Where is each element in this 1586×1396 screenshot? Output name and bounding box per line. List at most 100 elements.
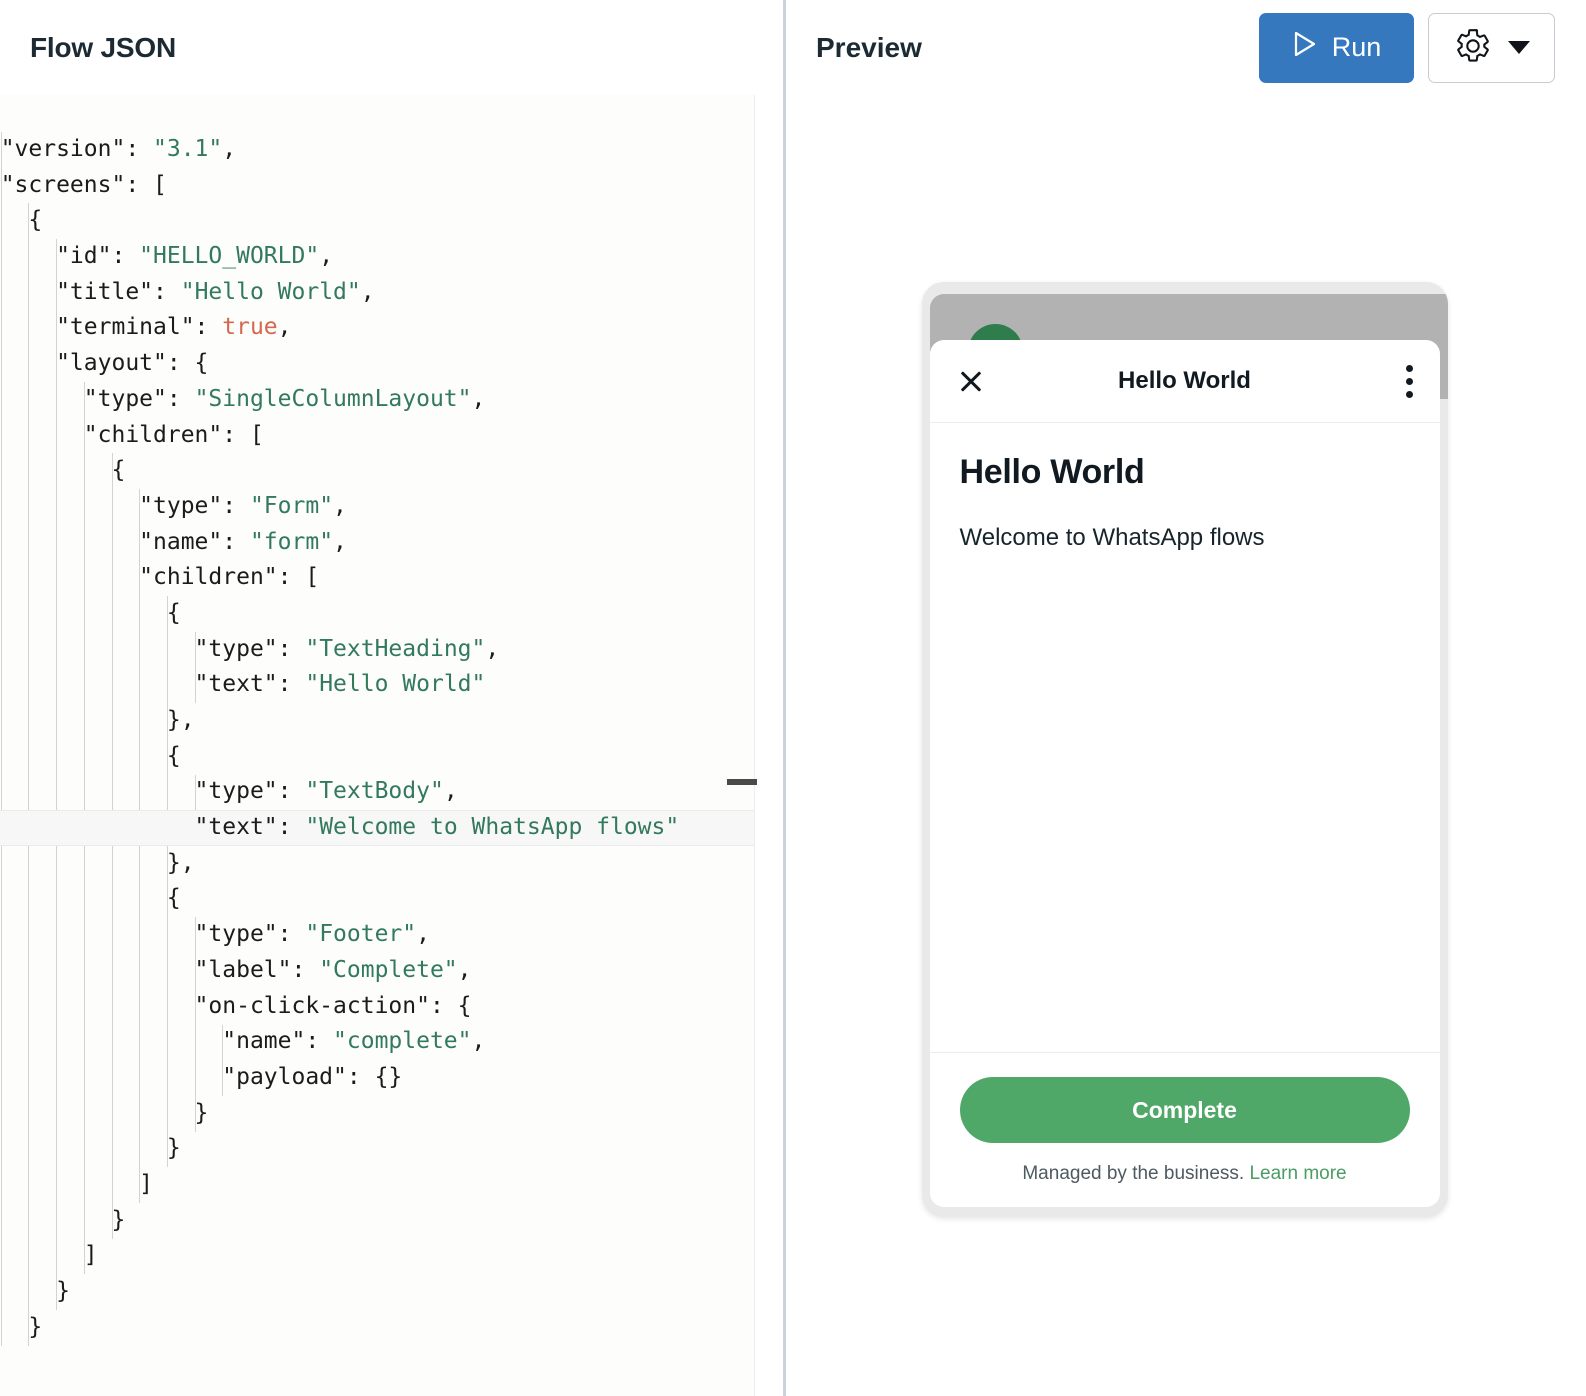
code-line: "label": "Complete", <box>0 953 783 989</box>
kebab-menu-icon[interactable] <box>1406 364 1414 398</box>
code-token: "screens": [ <box>0 171 167 198</box>
code-token: "TextBody" <box>305 778 444 805</box>
code-token: "name": <box>0 528 250 555</box>
code-token: "Hello World" <box>180 278 361 305</box>
learn-more-link[interactable]: Learn more <box>1249 1163 1346 1184</box>
code-token: { <box>166 742 181 769</box>
code-line: "type": "Form", <box>0 489 783 525</box>
code-token: "Welcome to WhatsApp flows" <box>305 814 680 841</box>
code-token: "Complete" <box>319 956 458 983</box>
code-token: , <box>222 136 237 162</box>
text-heading: Hello World <box>959 453 1145 491</box>
complete-button[interactable]: Complete <box>959 1077 1410 1143</box>
code-line: "name": "complete", <box>0 1024 783 1060</box>
code-token: "form" <box>249 528 334 555</box>
kebab-dot <box>1406 377 1413 385</box>
code-token: "Form" <box>249 492 334 519</box>
code-token: { <box>166 599 181 626</box>
code-line: { <box>0 739 783 775</box>
code-token: "Hello World" <box>305 671 486 698</box>
code-token: , <box>333 492 347 519</box>
code-token: , <box>471 1028 486 1055</box>
flow-sheet: Hello World Hello World Welcome to Whats… <box>929 340 1440 1207</box>
preview-settings-button[interactable] <box>1428 12 1555 83</box>
code-token: { <box>28 207 43 234</box>
code-line: { <box>0 596 783 632</box>
code-token: , <box>416 921 430 948</box>
kebab-dot <box>1406 390 1413 398</box>
code-token: "on-click-action": { <box>0 992 472 1019</box>
page-title: Flow JSON <box>30 31 176 63</box>
code-line: { <box>0 453 783 489</box>
code-line: "type": "SingleColumnLayout", <box>0 382 783 418</box>
code-token: }, <box>166 849 195 876</box>
code-token: } <box>56 1278 70 1304</box>
preview-stage: Hello World Hello World Welcome to Whats… <box>786 95 1583 1396</box>
code-line: "title": "Hello World", <box>0 275 783 311</box>
scrollbar-thumb[interactable] <box>727 779 757 785</box>
code-line: } <box>0 1203 783 1239</box>
code-token: , <box>333 528 347 555</box>
code-token: "TextHeading" <box>305 635 486 662</box>
code-token: "SingleColumnLayout" <box>194 385 472 412</box>
run-button[interactable]: Run <box>1259 12 1414 83</box>
code-token: true <box>222 314 278 341</box>
code-line: "layout": { <box>0 346 783 382</box>
phone-mockup: Hello World Hello World Welcome to Whats… <box>921 282 1448 1217</box>
code-token: "text": <box>0 671 306 698</box>
code-token: , <box>471 385 486 412</box>
code-token: , <box>319 243 334 270</box>
chevron-down-icon <box>1507 41 1530 54</box>
code-line: "terminal": true, <box>0 310 783 346</box>
code-line: "text": "Hello World" <box>0 667 783 703</box>
text-body: Welcome to WhatsApp flows <box>959 524 1265 551</box>
editor-scrollbar[interactable] <box>727 95 783 1396</box>
code-lines-container: "version": "3.1", "screens": [ { "id": "… <box>0 95 783 1345</box>
code-token: , <box>485 635 500 662</box>
code-token: "type": <box>83 385 181 412</box>
code-token: , <box>457 956 472 983</box>
code-token: }, <box>166 707 195 733</box>
code-token: , <box>360 278 375 305</box>
code-token: "3.1" <box>153 136 223 162</box>
code-token: "layout": { <box>56 350 209 377</box>
code-line: "type": "TextBody", <box>0 774 783 810</box>
close-icon[interactable] <box>956 366 986 396</box>
code-token: "type": <box>0 921 306 948</box>
code-token: "type": <box>0 635 306 662</box>
code-token: , <box>443 778 458 805</box>
code-token: "text": <box>0 814 306 841</box>
code-line: "type": "Footer", <box>0 917 783 953</box>
code-token: "type": <box>0 778 306 805</box>
code-line: "children": [ <box>0 418 783 454</box>
code-token: ] <box>83 1242 98 1269</box>
code-token: } <box>194 1099 209 1126</box>
code-token: { <box>166 885 181 912</box>
flow-json-pane: Flow JSON "version": "3.1", "screens": [… <box>0 0 786 1396</box>
code-token: "version": <box>0 136 140 162</box>
code-line: "payload": {} <box>0 1060 783 1096</box>
code-line: "on-click-action": { <box>0 989 783 1025</box>
code-line: } <box>0 1131 783 1167</box>
code-line: "name": "form", <box>0 525 783 561</box>
code-line: { <box>0 203 783 239</box>
code-line: { <box>0 881 783 917</box>
kebab-dot <box>1406 364 1413 372</box>
code-line: } <box>0 1096 783 1132</box>
code-editor[interactable]: "version": "3.1", "screens": [ { "id": "… <box>0 95 783 1396</box>
play-triangle-icon <box>1292 30 1318 65</box>
code-token: "type": <box>0 492 250 519</box>
code-line: } <box>0 1310 783 1346</box>
code-line: }, <box>0 703 783 739</box>
code-token: "complete" <box>333 1028 472 1055</box>
code-line: ] <box>0 1238 783 1274</box>
code-token: "title": <box>56 278 167 305</box>
code-line: "type": "TextHeading", <box>0 632 783 668</box>
code-token: "terminal": <box>56 314 209 341</box>
managed-text: Managed by the business. <box>1022 1163 1245 1184</box>
code-token: "HELLO_WORLD" <box>139 243 320 270</box>
sheet-footer: Complete Managed by the business. Learn … <box>929 1052 1440 1207</box>
code-token: } <box>111 1206 126 1233</box>
code-line: "id": "HELLO_WORLD", <box>0 239 783 275</box>
code-token: "children": [ <box>0 421 264 448</box>
